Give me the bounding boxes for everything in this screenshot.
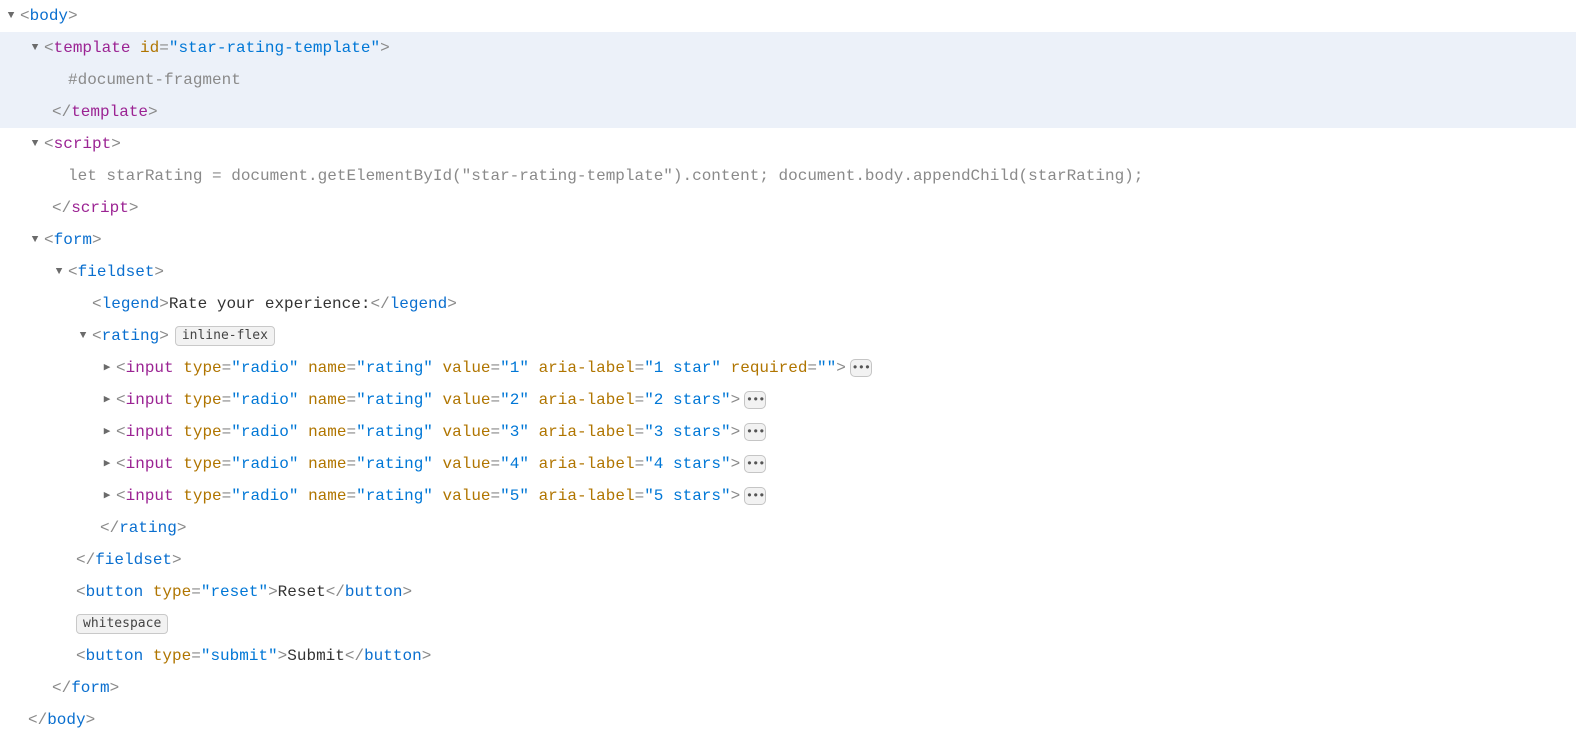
node-input[interactable]: ▶<input type="radio" name="rating" value… (0, 480, 1576, 512)
ellipsis-icon[interactable]: ••• (850, 359, 872, 377)
whitespace-badge: whitespace (76, 614, 168, 634)
node-template-open[interactable]: ▼<template id="star-rating-template"> (0, 32, 1576, 64)
node-script-body[interactable]: let starRating = document.getElementById… (0, 160, 1576, 192)
disclosure-triangle-icon[interactable]: ▶ (100, 384, 114, 416)
disclosure-triangle-icon[interactable]: ▼ (28, 32, 42, 64)
ellipsis-icon[interactable]: ••• (744, 391, 766, 409)
node-input[interactable]: ▶<input type="radio" name="rating" value… (0, 352, 1576, 384)
ellipsis-icon[interactable]: ••• (744, 487, 766, 505)
node-whitespace[interactable]: whitespace (0, 608, 1576, 640)
node-body-close[interactable]: </body> (0, 704, 1576, 736)
node-input[interactable]: ▶<input type="radio" name="rating" value… (0, 448, 1576, 480)
ellipsis-icon[interactable]: ••• (744, 423, 766, 441)
node-button-submit[interactable]: <button type="submit">Submit</button> (0, 640, 1576, 672)
node-button-reset[interactable]: <button type="reset">Reset</button> (0, 576, 1576, 608)
disclosure-triangle-icon[interactable]: ▼ (4, 0, 18, 32)
node-input[interactable]: ▶<input type="radio" name="rating" value… (0, 416, 1576, 448)
node-input[interactable]: ▶<input type="radio" name="rating" value… (0, 384, 1576, 416)
node-fieldset-close[interactable]: </fieldset> (0, 544, 1576, 576)
disclosure-triangle-icon[interactable]: ▶ (100, 352, 114, 384)
node-script-close[interactable]: </script> (0, 192, 1576, 224)
node-template-close[interactable]: </template> (0, 96, 1576, 128)
node-legend[interactable]: <legend>Rate your experience:</legend> (0, 288, 1576, 320)
dom-tree: ▼<body> ▼<template id="star-rating-templ… (0, 0, 1576, 736)
node-form-open[interactable]: ▼<form> (0, 224, 1576, 256)
node-form-close[interactable]: </form> (0, 672, 1576, 704)
node-body-open[interactable]: ▼<body> (0, 0, 1576, 32)
disclosure-triangle-icon[interactable]: ▼ (28, 128, 42, 160)
display-badge: inline-flex (175, 326, 275, 346)
disclosure-triangle-icon[interactable]: ▼ (76, 320, 90, 352)
node-rating-open[interactable]: ▼<rating>inline-flex (0, 320, 1576, 352)
disclosure-triangle-icon[interactable]: ▼ (28, 224, 42, 256)
node-rating-close[interactable]: </rating> (0, 512, 1576, 544)
node-script-open[interactable]: ▼<script> (0, 128, 1576, 160)
disclosure-triangle-icon[interactable]: ▶ (100, 480, 114, 512)
disclosure-triangle-icon[interactable]: ▼ (52, 256, 66, 288)
node-document-fragment[interactable]: #document-fragment (0, 64, 1576, 96)
disclosure-triangle-icon[interactable]: ▶ (100, 416, 114, 448)
node-fieldset-open[interactable]: ▼<fieldset> (0, 256, 1576, 288)
ellipsis-icon[interactable]: ••• (744, 455, 766, 473)
disclosure-triangle-icon[interactable]: ▶ (100, 448, 114, 480)
